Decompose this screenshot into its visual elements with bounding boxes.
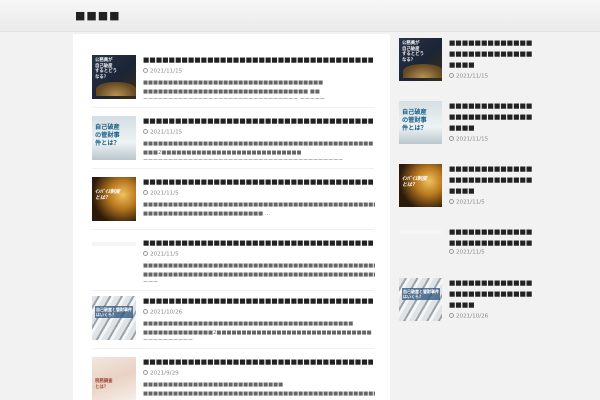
post-excerpt: ■■■■■■■■■■■■■■■■■■■■■■■■■■■■ ■■■■■■■■■■■… (143, 382, 375, 397)
post-date: 2021/11/5 (143, 251, 179, 258)
sidebar-post[interactable]: 自己破産 の管財事 件とは？ ■■■■■■■■■■■■■■■■■■■■■■■■■… (390, 97, 600, 153)
thumbnail-caption: 公務員が 自己破産 するとどう なる？ (95, 58, 117, 80)
clock-icon (143, 68, 148, 73)
post-excerpt: ■■■■■■■■■■■■■■■■■■■■■■■■■■■■■■■■■■■■■■■■… (143, 141, 374, 160)
sidebar-post[interactable]: 公務員が 自己破産 するとどう なる？ ■■■■■■■■■■■■■■■■■■■■… (390, 34, 600, 90)
post-title[interactable]: ■■■■■■■■■■■■■■■■■■■■■■■■■■■■■■■■■■■■■■ (143, 239, 373, 248)
thumbnail-caption: 自己破産と管財事件 はいくら？ (95, 306, 133, 319)
post-card[interactable]: ■■■■■■■■■■■■■■■■■■■■■■■■■■■■■■■■■■■■■■ 2… (73, 238, 390, 298)
clock-icon (449, 73, 454, 78)
clock-icon (449, 199, 454, 204)
clock-icon (449, 313, 454, 318)
clock-icon (143, 129, 148, 134)
post-title[interactable]: ■■■■■■■■■■■■■■■■■■■■■■■■■■■■■ (449, 227, 535, 249)
post-thumbnail[interactable]: 自己破産と管財事件 はいくら？ (399, 278, 442, 321)
post-thumbnail[interactable]: 自己破産 の管財事 件とは？ (92, 116, 136, 160)
post-list: 公務員が 自己破産 するとどう なる？ ■■■■■■■■■■■■■■■■■■■■… (73, 34, 390, 400)
post-title[interactable]: ■■■■■■■■■■■■■■■■■■■■■■■■■■■■■■ (449, 38, 535, 71)
sidebar-post[interactable]: ■■■■■■■■■■■■■■■■■■■■■■■■■■■■■ 2021/11/5 (390, 223, 600, 279)
clock-icon (449, 136, 454, 141)
post-date: 2021/11/5 (143, 190, 179, 197)
post-card[interactable]: 公務員が 自己破産 するとどう なる？ ■■■■■■■■■■■■■■■■■■■■… (73, 55, 390, 115)
post-thumbnail[interactable]: ｲﾝﾊﾞｲｽ制度 とは？ (92, 177, 136, 221)
post-card[interactable]: 自己破産と管財事件 はいくら？ ■■■■■■■■■■■■■■■■■■■■■■■■… (73, 296, 390, 356)
sidebar-recent-posts: 公務員が 自己破産 するとどう なる？ ■■■■■■■■■■■■■■■■■■■■… (390, 34, 600, 400)
divider (92, 229, 374, 230)
post-title[interactable]: ■■■■■■■■■■■■■■■■■■■■■■■■■■■■■■ (449, 101, 535, 134)
post-thumbnail[interactable]: 公務員が 自己破産 するとどう なる？ (399, 38, 442, 81)
post-title[interactable]: ■■■■■■■■■■■■■■■■■■■■■■■■■■■■■■■■■■■■■■■■… (143, 117, 373, 126)
divider (92, 107, 374, 108)
post-title[interactable]: ■■■■■■■■■■■■■■■■■■■■■■■■■■■■■■ (449, 164, 535, 197)
clock-icon (449, 249, 454, 254)
post-thumbnail[interactable]: 自己破産 の管財事 件とは？ (399, 101, 442, 144)
post-date: 2021/10/26 (449, 313, 488, 320)
post-excerpt: ■■■■■■■■■■■■■■■■■■■■■■■■■■■■■■■■■■■■ ■■■… (143, 80, 332, 99)
post-date: 2021/11/5 (449, 199, 485, 206)
post-date: 2021/10/26 (143, 309, 182, 316)
sidebar-post[interactable]: ｲﾝﾊﾞｲｽ制度 とは？ ■■■■■■■■■■■■■■■■■■■■■■■■■■■… (390, 160, 600, 216)
post-card[interactable]: ｲﾝﾊﾞｲｽ制度 とは？ ■■■■■■■■■■■■■■■■■■■■■■■■■■■… (73, 177, 390, 237)
post-date: 2021/11/15 (143, 68, 182, 75)
post-thumbnail[interactable]: ｲﾝﾊﾞｲｽ制度 とは？ (399, 164, 442, 207)
thumbnail-caption: ｲﾝﾊﾞｲｽ制度 とは？ (95, 189, 121, 202)
site-title[interactable]: ■■■■ (75, 9, 121, 22)
post-thumbnail[interactable] (399, 230, 442, 234)
post-card[interactable]: 自己破産 の管財事 件とは？ ■■■■■■■■■■■■■■■■■■■■■■■■■… (73, 116, 390, 176)
post-title[interactable]: ■■■■■■■■■■■■■■■■■■■■■■■■■■■■■■■■■■■■■■■■ (143, 56, 373, 65)
clock-icon (143, 251, 148, 256)
thumbnail-caption: 自己破産 の管財事 件とは？ (95, 124, 120, 147)
clock-icon (143, 190, 148, 195)
divider (92, 348, 374, 349)
divider (92, 290, 374, 291)
thumbnail-caption: 税務調査 とは？ (95, 379, 113, 390)
clock-icon (143, 309, 148, 314)
post-thumbnail[interactable]: 税務調査 とは？ (92, 357, 136, 400)
thumbnail-caption: 自己破産と管財事件 はいくら？ (402, 288, 440, 301)
post-title[interactable]: ■■■■■■■■■■■■■■■■■■■■■■■■■■■■■■■■■■■■■■■■… (143, 297, 373, 306)
clock-icon (143, 370, 148, 375)
post-thumbnail[interactable]: 自己破産と管財事件 はいくら？ (92, 296, 136, 340)
post-excerpt: ■■■■■■■■■■■■■■■■■■■■■■■■■■■■■■■■■■■■■■■■… (143, 321, 372, 340)
post-date: 2021/11/15 (449, 73, 488, 80)
post-title[interactable]: ■■■■■■■■■■■■■■■■■■■■■■■■■■■■■■ (449, 278, 535, 311)
post-title[interactable]: ■■■■■■■■■■■■■■■■■■■■■■■■■■■■■■■■■■■■■■■■ (143, 178, 373, 187)
post-date: 2021/9/29 (143, 370, 179, 377)
sidebar-post[interactable]: 自己破産と管財事件 はいくら？ ■■■■■■■■■■■■■■■■■■■■■■■■… (390, 274, 600, 330)
post-card[interactable]: 税務調査 とは？ ■■■■■■■■■■■■■■■■■■■■■■■■■■■■■■■… (73, 357, 390, 400)
thumbnail-caption: 自己破産 の管財事 件とは？ (402, 109, 427, 132)
site-header: ■■■■ (0, 0, 600, 32)
post-thumbnail[interactable]: 公務員が 自己破産 するとどう なる？ (92, 55, 136, 99)
thumbnail-caption: 公務員が 自己破産 するとどう なる？ (402, 41, 424, 63)
post-date: 2021/11/5 (449, 249, 485, 256)
thumbnail-caption: ｲﾝﾊﾞｲｽ制度 とは？ (402, 176, 428, 189)
post-excerpt: ■■■■■■■■■■■■■■■■■■■■■■■■■■■■■■■■■■■■■■■■… (143, 263, 375, 282)
divider (92, 168, 374, 169)
post-title[interactable]: ■■■■■■■■■■■■■■■■■■■■■■■■■■■■■■■■■■■■■■■■ (143, 358, 373, 367)
post-date: 2021/11/15 (143, 129, 182, 136)
post-thumbnail[interactable] (92, 242, 136, 246)
post-date: 2021/11/15 (449, 136, 488, 143)
post-excerpt: ■■■■■■■■■■■■■■■■■■■■■■■■■■■■■■■■■■■■■■■■… (143, 202, 375, 217)
